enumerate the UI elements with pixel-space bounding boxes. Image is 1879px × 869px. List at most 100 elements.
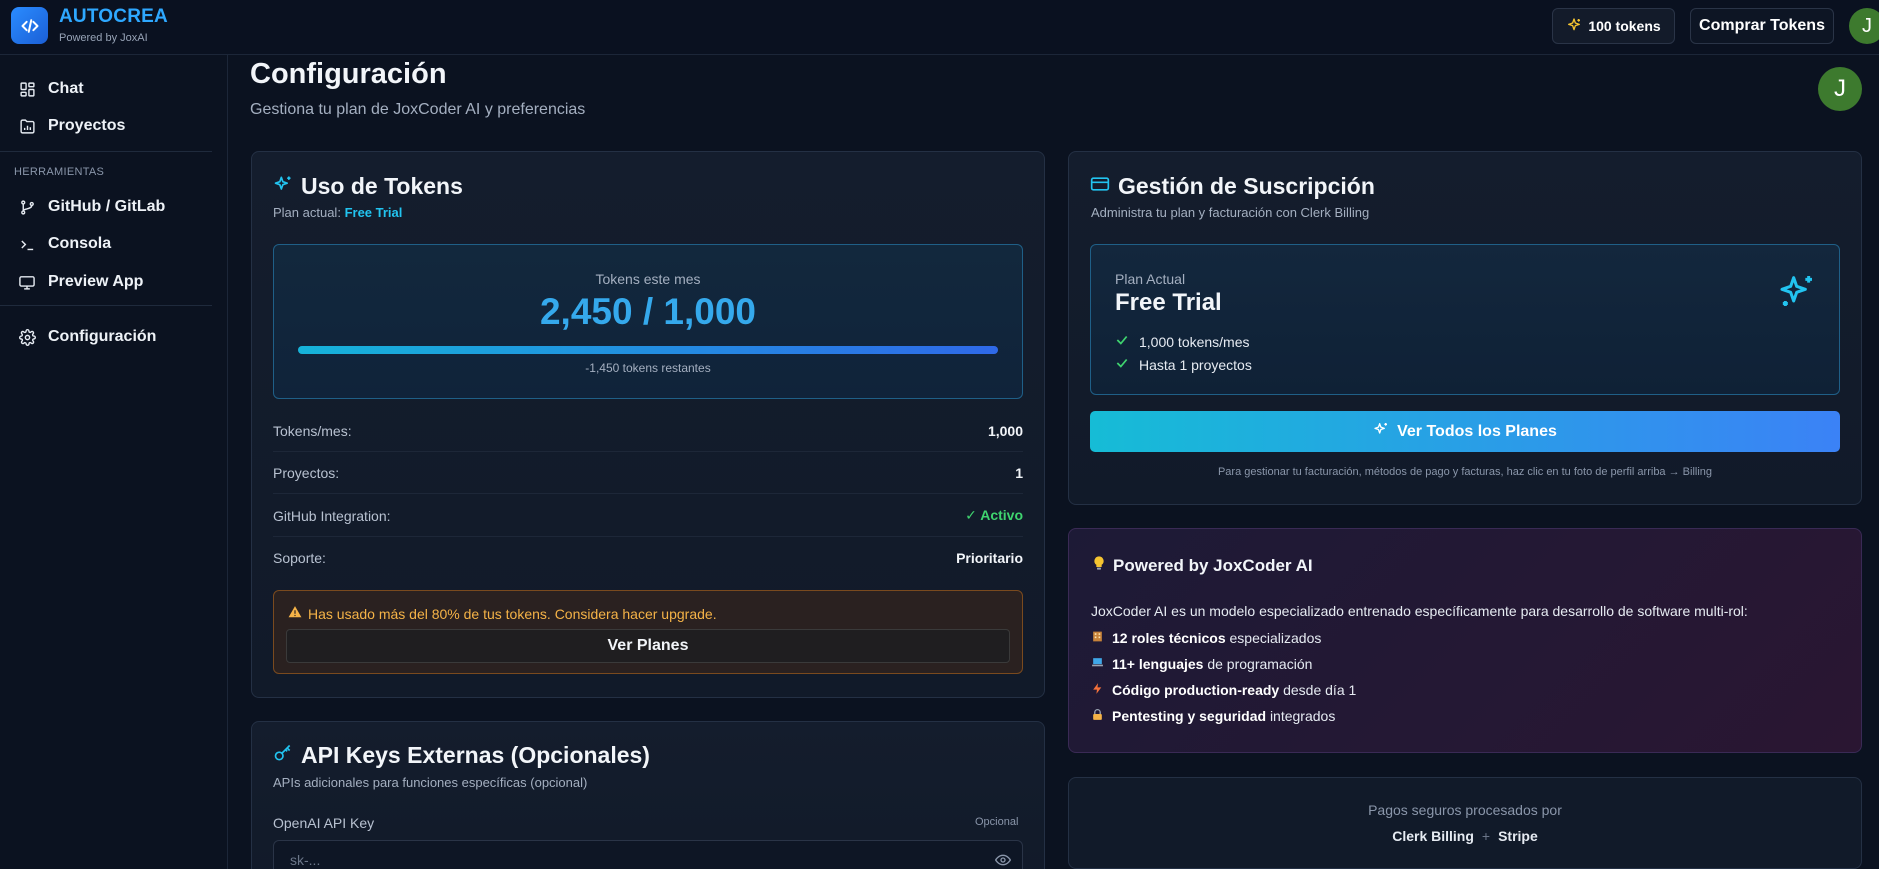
list-item: Pentesting y seguridad integrados [1091, 708, 1335, 724]
grid-icon [18, 80, 36, 98]
api-keys-title-text: API Keys Externas (Opcionales) [301, 742, 650, 768]
sidebar-item-configuracion[interactable]: Configuración [18, 322, 156, 352]
item-highlight: Código production-ready [1112, 682, 1280, 698]
lightning-icon [1091, 682, 1104, 698]
plan-feature-text: Hasta 1 proyectos [1139, 356, 1252, 373]
provider-clerk: Clerk Billing [1392, 828, 1474, 844]
openai-key-input[interactable] [273, 840, 1023, 869]
sidebar-item-consola[interactable]: Consola [18, 229, 111, 259]
stat-value: Prioritario [956, 550, 1023, 566]
sparkles-icon [1373, 421, 1389, 442]
sidebar-divider [0, 151, 212, 152]
top-bar: AUTOCREA Powered by JoxAI 100 tokens Com… [0, 0, 1879, 55]
plan-name: Free Trial [1115, 289, 1222, 316]
item-highlight: Pentesting y seguridad [1112, 708, 1267, 724]
sidebar-item-chat[interactable]: Chat [18, 74, 84, 104]
token-usage-meter: Tokens este mes 2,450 / 1,000 -1,450 tok… [273, 244, 1023, 399]
token-usage-title-text: Uso de Tokens [301, 173, 463, 199]
sidebar-divider [0, 305, 212, 306]
check-icon [1115, 356, 1129, 373]
sidebar: Chat Proyectos HERRAMIENTAS GitHub / Git… [0, 55, 228, 869]
usage-value: 2,450 / 1,000 [539, 291, 757, 332]
current-plan-name: Free Trial [344, 205, 403, 220]
lightbulb-icon [1091, 555, 1107, 576]
subscription-title: Gestión de Suscripción [1090, 173, 1375, 200]
gear-icon [18, 328, 36, 346]
code-logo-icon[interactable] [11, 7, 48, 44]
sidebar-item-proyectos[interactable]: Proyectos [18, 111, 125, 141]
buy-tokens-button[interactable]: Comprar Tokens [1690, 8, 1834, 44]
sidebar-item-label: Chat [48, 80, 84, 97]
stat-key: Tokens/mes: [273, 422, 352, 439]
stat-key: GitHub Integration: [273, 507, 391, 524]
current-plan-box: Plan Actual Free Trial 1,000 tokens/mes … [1090, 244, 1840, 395]
provider-separator: + [1481, 828, 1491, 844]
sidebar-item-label: Proyectos [48, 117, 126, 134]
provider-stripe: Stripe [1498, 828, 1538, 844]
openai-key-label: OpenAI API Key [273, 815, 375, 831]
avatar[interactable]: J [1849, 8, 1879, 44]
current-plan-prefix: Plan actual: [273, 205, 341, 220]
sparkles-icon [1777, 271, 1817, 316]
sidebar-section-heading: HERRAMIENTAS [14, 166, 105, 178]
item-text: desde día 1 [1283, 682, 1357, 698]
plan-label: Plan Actual [1115, 271, 1186, 287]
laptop-icon [1091, 656, 1104, 672]
view-all-plans-button[interactable]: Ver Todos los Planes [1090, 411, 1840, 452]
sidebar-item-github[interactable]: GitHub / GitLab [18, 192, 165, 222]
warning-text: Has usado más del 80% de tus tokens. Con… [308, 605, 717, 622]
brand-tagline: Powered by JoxAI [59, 32, 148, 44]
plan-feature-text: 1,000 tokens/mes [1139, 333, 1250, 350]
token-balance-label: 100 tokens [1588, 18, 1661, 34]
stat-key: Soporte: [273, 550, 326, 566]
usage-progress-fill [298, 346, 998, 354]
stat-row: Soporte: Prioritario [273, 537, 1023, 579]
view-plans-button[interactable]: Ver Planes [286, 629, 1010, 663]
subscription-title-text: Gestión de Suscripción [1118, 173, 1375, 199]
view-all-plans-label: Ver Todos los Planes [1397, 422, 1557, 440]
payments-text: Pagos seguros procesados por [1368, 802, 1562, 818]
token-balance-badge[interactable]: 100 tokens [1552, 8, 1675, 44]
eye-icon[interactable] [994, 852, 1012, 869]
secure-payments-card: Pagos seguros procesados por Clerk Billi… [1068, 777, 1862, 869]
powered-description: JoxCoder AI es un modelo especializado e… [1091, 603, 1748, 619]
list-item: 12 roles técnicos especializados [1091, 630, 1321, 646]
item-text: integrados [1269, 708, 1336, 724]
lock-icon [1091, 708, 1104, 724]
api-keys-title: API Keys Externas (Opcionales) [273, 742, 650, 769]
plan-feature: Hasta 1 proyectos [1115, 356, 1252, 373]
plan-feature: 1,000 tokens/mes [1115, 333, 1250, 350]
page-title: Configuración [250, 58, 447, 90]
check-icon [1115, 333, 1129, 350]
brand-name[interactable]: AUTOCREA [59, 6, 168, 28]
billing-note: Para gestionar tu facturación, métodos d… [1217, 466, 1713, 478]
stat-row: Proyectos: 1 [273, 452, 1023, 494]
optional-tag: Opcional [975, 816, 1019, 828]
page-subtitle: Gestiona tu plan de JoxCoder AI y prefer… [250, 101, 586, 118]
stat-row: GitHub Integration: ✓ Activo [273, 495, 1023, 537]
sparkles-icon [273, 173, 293, 200]
key-icon [273, 742, 293, 769]
list-item: 11+ lenguajes de programación [1091, 656, 1312, 672]
stat-value: 1,000 [987, 422, 1023, 439]
profile-avatar[interactable]: J [1818, 67, 1862, 111]
item-highlight: 12 roles técnicos [1112, 630, 1226, 646]
current-plan-line: Plan actual: Free Trial [273, 205, 402, 220]
subscription-subtitle: Administra tu plan y facturación con Cle… [1091, 205, 1370, 220]
sidebar-item-label: Preview App [48, 273, 144, 290]
sidebar-item-label: Configuración [48, 328, 157, 345]
token-usage-title: Uso de Tokens [273, 173, 463, 200]
payment-providers: Clerk Billing + Stripe [1069, 828, 1861, 844]
stat-key: Proyectos: [273, 464, 340, 481]
terminal-icon [18, 235, 36, 253]
usage-progress-track [298, 346, 998, 354]
item-highlight: 11+ lenguajes [1112, 656, 1204, 672]
tokens-remaining: -1,450 tokens restantes [585, 361, 711, 375]
git-branch-icon [18, 198, 36, 216]
list-item: Código production-ready desde día 1 [1091, 682, 1356, 698]
sidebar-item-preview[interactable]: Preview App [18, 267, 143, 297]
warning-message: Has usado más del 80% de tus tokens. Con… [288, 605, 717, 622]
usage-warning: Has usado más del 80% de tus tokens. Con… [273, 590, 1023, 674]
sidebar-item-label: GitHub / GitLab [48, 198, 166, 215]
warning-icon [288, 605, 302, 622]
